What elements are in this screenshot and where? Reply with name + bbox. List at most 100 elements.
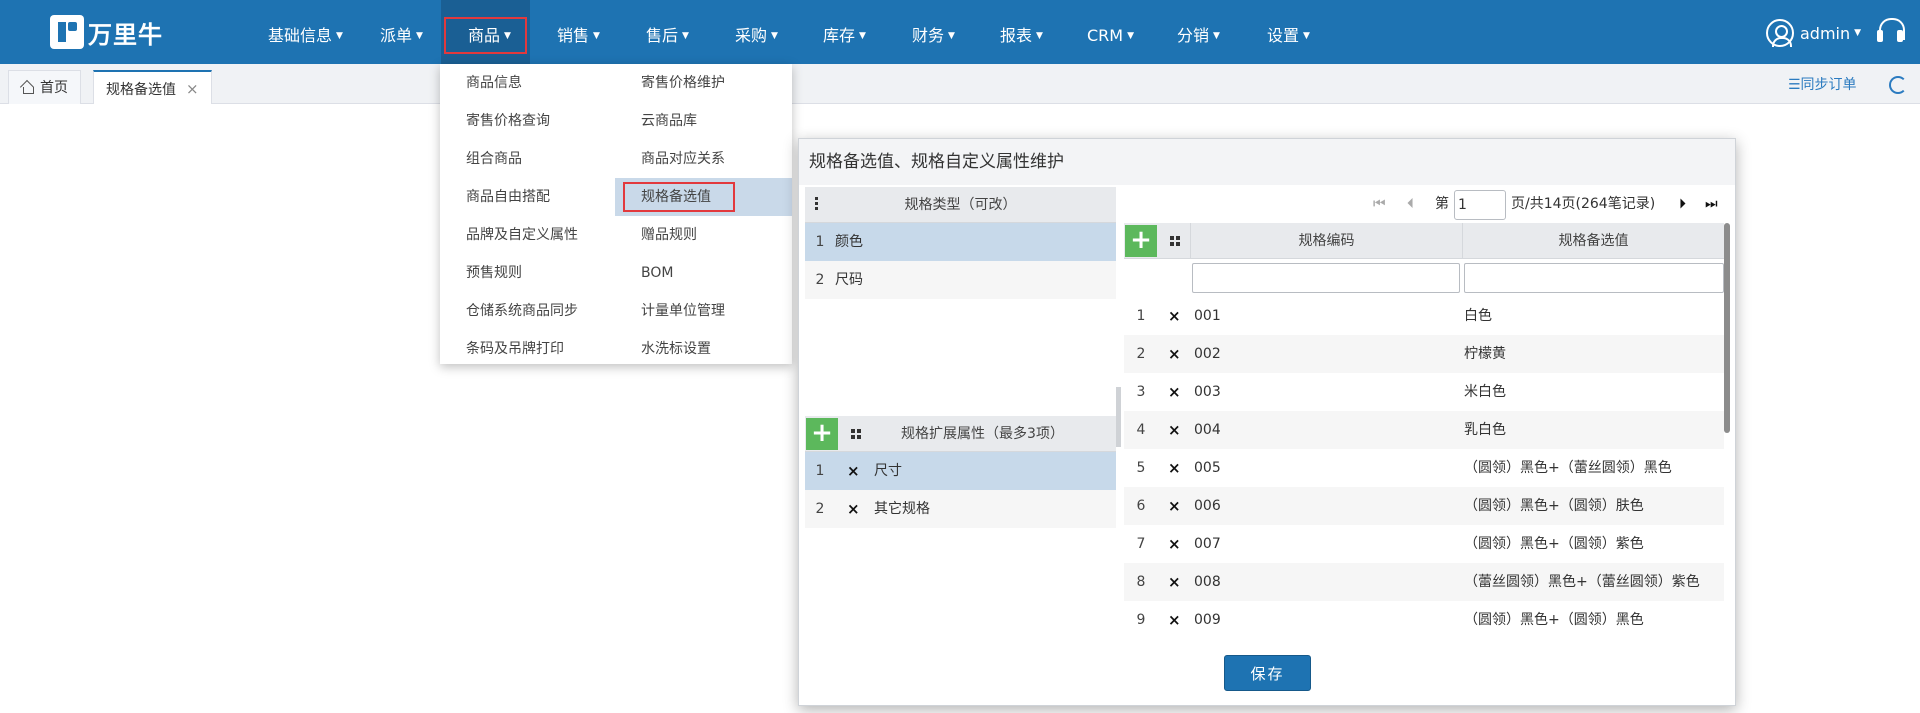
col-header-code: 规格编码 [1190,223,1462,259]
next-page-icon[interactable]: ⏵ [1679,196,1686,212]
nav-crm[interactable]: CRM ▼ [1087,0,1134,64]
row-number: 2 [815,501,825,517]
nav-label: 报表 [1000,26,1033,45]
close-icon[interactable]: × [186,80,199,98]
spec-type-row[interactable]: 1 颜色 [805,223,1116,261]
first-page-icon[interactable]: ⏮ [1373,196,1386,212]
menu-item-spec-values[interactable]: 规格备选值 [615,178,792,216]
nav-reports[interactable]: 报表 ▼ [1000,0,1043,64]
pane-splitter[interactable] [1116,387,1121,447]
menu-item-goods-mapping[interactable]: 商品对应关系 [641,140,725,178]
menu-item-cloud-goods[interactable]: 云商品库 [641,102,697,140]
delete-icon[interactable]: × [1168,335,1181,373]
delete-icon[interactable]: × [1168,563,1181,601]
caret-down-icon: ▼ [682,31,689,41]
refresh-icon[interactable] [1889,76,1907,94]
nav-sales[interactable]: 销售 ▼ [557,0,600,64]
page-number-input[interactable]: 1 [1454,190,1506,220]
table-row[interactable]: 5 × 005 （圆领）黑色+（蕾丝圆领）黑色 [1124,449,1724,487]
last-page-icon[interactable]: ⏭ [1705,196,1718,212]
ext-attrs-header-label: 规格扩展属性（最多3项） [901,426,1064,442]
nav-purchase[interactable]: 采购 ▼ [735,0,778,64]
pager-summary: 页/共14页(264笔记录) [1511,196,1656,212]
brand-logo[interactable]: 万里牛 [50,14,163,50]
sync-orders-link[interactable]: ☰同步订单 [1788,74,1857,94]
delete-icon[interactable]: × [1168,411,1181,449]
nav-label: 分销 [1177,26,1210,45]
cell-value: （圆领）黑色+（圆领）黑色 [1464,612,1644,628]
grid-icon[interactable] [851,429,861,439]
menu-item-barcode-print[interactable]: 条码及吊牌打印 [466,330,564,368]
delete-icon[interactable]: × [1168,373,1181,411]
nav-label: 基础信息 [268,26,333,45]
delete-icon[interactable]: × [847,452,860,490]
highlight-box [444,17,527,54]
table-row[interactable]: 3 × 003 米白色 [1124,373,1724,411]
prev-page-icon[interactable]: ⏴ [1407,196,1414,212]
nav-after-sales[interactable]: 售后 ▼ [646,0,689,64]
menu-item-presale-rules[interactable]: 预售规则 [466,254,522,292]
caret-down-icon: ▼ [1213,31,1220,41]
menu-item-warehouse-sync[interactable]: 仓储系统商品同步 [466,292,578,330]
nav-dispatch[interactable]: 派单 ▼ [380,0,423,64]
table-row[interactable]: 1 × 001 白色 [1124,297,1724,335]
tab-spec-values[interactable]: 规格备选值 × [93,70,212,104]
nav-settings[interactable]: 设置 ▼ [1267,0,1310,64]
nav-distribution[interactable]: 分销 ▼ [1177,0,1220,64]
menu-item-wash-label[interactable]: 水洗标设置 [641,330,711,368]
ext-attr-row[interactable]: 1 × 尺寸 [805,452,1116,490]
menu-item-consign-price-query[interactable]: 寄售价格查询 [466,102,550,140]
headset-icon[interactable] [1877,18,1905,48]
menu-item-unit-management[interactable]: 计量单位管理 [641,292,725,330]
caret-down-icon: ▼ [416,31,423,41]
user-menu[interactable]: admin ▼ [1766,17,1861,49]
caret-down-icon: ▼ [771,31,778,41]
cell-code: 001 [1194,308,1221,324]
cell-code: 003 [1194,384,1221,400]
delete-icon[interactable]: × [1168,525,1181,563]
delete-icon[interactable]: × [1168,487,1181,525]
menu-item-consign-price-maint[interactable]: 寄售价格维护 [641,64,725,102]
menu-item-bom[interactable]: BOM [641,254,673,292]
column-menu-icon[interactable] [815,197,819,212]
delete-icon[interactable]: × [1168,297,1181,335]
cell-value: （蕾丝圆领）黑色+（蕾丝圆领）紫色 [1464,574,1700,590]
spec-type-row[interactable]: 2 尺码 [805,261,1116,299]
menu-item-free-match[interactable]: 商品自由搭配 [466,178,550,216]
ext-attr-row[interactable]: 2 × 其它规格 [805,490,1116,528]
menu-item-gift-rules[interactable]: 赠品规则 [641,216,697,254]
table-row[interactable]: 7 × 007 （圆领）黑色+（圆领）紫色 [1124,525,1724,563]
cell-value: 柠檬黄 [1464,346,1506,362]
tab-home[interactable]: 首页 [8,70,81,104]
add-value-button[interactable]: + [1125,225,1157,257]
menu-item-brand-attrs[interactable]: 品牌及自定义属性 [466,216,578,254]
nav-label: CRM [1087,26,1124,45]
cell-value: （圆领）黑色+（蕾丝圆领）黑色 [1464,460,1672,476]
table-row[interactable]: 4 × 004 乳白色 [1124,411,1724,449]
table-scrollbar[interactable] [1724,223,1730,433]
user-avatar-icon [1766,19,1794,47]
nav-inventory[interactable]: 库存 ▼ [823,0,866,64]
nav-goods[interactable]: 商品 ▼ [441,0,530,64]
menu-item-goods-info[interactable]: 商品信息 [466,64,522,102]
delete-icon[interactable]: × [847,490,860,528]
pager-prefix: 第 [1435,196,1449,212]
delete-icon[interactable]: × [1168,601,1181,639]
table-row[interactable]: 2 × 002 柠檬黄 [1124,335,1724,373]
tab-bar: 首页 规格备选值 × [0,64,1920,104]
save-button[interactable]: 保存 [1224,655,1311,691]
cell-code: 002 [1194,346,1221,362]
add-ext-attr-button[interactable]: + [806,418,838,450]
spec-values-table: + 规格编码 规格备选值 1 × 001 白色 2 × 002 柠檬黄 3 × … [1124,223,1724,643]
nav-basic-info[interactable]: 基础信息 ▼ [268,0,343,64]
grid-icon[interactable] [1170,236,1180,246]
filter-code-input[interactable] [1192,263,1460,293]
table-row[interactable]: 6 × 006 （圆领）黑色+（圆领）肤色 [1124,487,1724,525]
cell-value: 白色 [1464,308,1492,324]
nav-finance[interactable]: 财务 ▼ [912,0,955,64]
delete-icon[interactable]: × [1168,449,1181,487]
table-row[interactable]: 9 × 009 （圆领）黑色+（圆领）黑色 [1124,601,1724,639]
menu-item-combo-goods[interactable]: 组合商品 [466,140,522,178]
filter-value-input[interactable] [1464,263,1724,293]
table-row[interactable]: 8 × 008 （蕾丝圆领）黑色+（蕾丝圆领）紫色 [1124,563,1724,601]
